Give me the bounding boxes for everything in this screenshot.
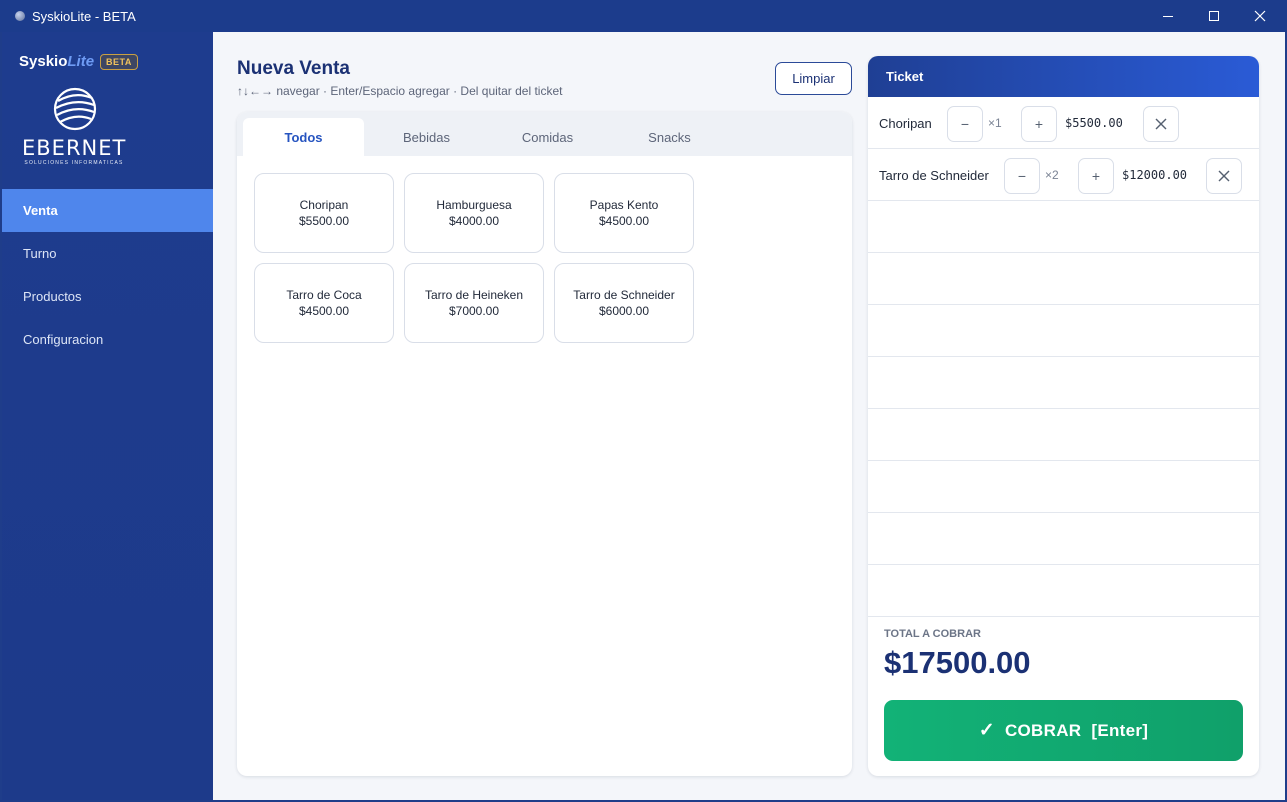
ticket-item-price: $12000.00 bbox=[1122, 168, 1188, 182]
app-icon bbox=[15, 11, 25, 21]
minimize-icon bbox=[1163, 16, 1173, 17]
empty-ticket-row bbox=[868, 253, 1259, 305]
product-name: Tarro de Heineken bbox=[424, 288, 524, 302]
sidebar-item-venta[interactable]: Venta bbox=[2, 189, 213, 232]
logo-wordmark: EBERNET bbox=[22, 136, 127, 160]
empty-ticket-row bbox=[868, 357, 1259, 409]
clear-button[interactable]: Limpiar bbox=[775, 62, 852, 95]
window-titlebar: SyskioLite - BETA bbox=[0, 0, 1287, 32]
maximize-button[interactable] bbox=[1191, 0, 1237, 32]
beta-badge: BETA bbox=[100, 53, 138, 70]
empty-ticket-row bbox=[868, 565, 1259, 617]
product-card[interactable]: Tarro de Schneider $6000.00 bbox=[554, 263, 694, 343]
tab-comidas[interactable]: Comidas bbox=[487, 118, 608, 156]
product-card[interactable]: Hamburguesa $4000.00 bbox=[404, 173, 544, 253]
product-card[interactable]: Choripan $5500.00 bbox=[254, 173, 394, 253]
decrease-qty-button[interactable]: − bbox=[947, 106, 983, 142]
empty-ticket-row bbox=[868, 461, 1259, 513]
sidebar-nav: Venta Turno Productos Configuracion bbox=[2, 189, 213, 361]
ticket-item-qty: ×1 bbox=[988, 116, 1002, 130]
logo-subtext: SOLUCIONES INFORMATICAS bbox=[24, 160, 124, 166]
close-icon bbox=[1218, 170, 1230, 182]
products-panel: Todos Bebidas Comidas Snacks Choripan $5… bbox=[237, 112, 852, 776]
window-title: SyskioLite - BETA bbox=[32, 8, 136, 24]
decrease-qty-button[interactable]: − bbox=[1004, 158, 1040, 194]
brand-accent: Lite bbox=[67, 53, 95, 70]
product-price: $4500.00 bbox=[298, 304, 350, 318]
sidebar: Syskio Lite BETA EBERNET SOLUCIONES INFO… bbox=[2, 32, 213, 800]
empty-ticket-row bbox=[868, 513, 1259, 565]
maximize-icon bbox=[1209, 11, 1219, 21]
sidebar-item-configuracion[interactable]: Configuracion bbox=[2, 318, 213, 361]
close-icon bbox=[1254, 10, 1266, 22]
ticket-row: Choripan − ×1 + $5500.00 bbox=[868, 97, 1259, 149]
ticket-panel: Ticket Choripan − ×1 + $5500.00 Tarro de… bbox=[868, 56, 1259, 776]
product-price: $4000.00 bbox=[448, 214, 500, 228]
product-card[interactable]: Papas Kento $4500.00 bbox=[554, 173, 694, 253]
product-price: $5500.00 bbox=[298, 214, 350, 228]
pay-button-label: COBRAR [Enter] bbox=[1004, 720, 1149, 740]
check-icon: ✓ bbox=[978, 720, 995, 741]
page-title: Nueva Venta bbox=[237, 58, 350, 79]
tab-snacks[interactable]: Snacks bbox=[609, 118, 730, 156]
tab-bebidas[interactable]: Bebidas bbox=[366, 118, 487, 156]
brand-main: Syskio bbox=[19, 53, 68, 70]
ticket-row: Tarro de Schneider − ×2 + $12000.00 bbox=[868, 149, 1259, 201]
total-value: $17500.00 bbox=[884, 645, 1031, 680]
total-label: TOTAL A COBRAR bbox=[884, 628, 981, 640]
product-price: $4500.00 bbox=[598, 214, 650, 228]
product-price: $6000.00 bbox=[598, 304, 650, 318]
category-tabs: Todos Bebidas Comidas Snacks bbox=[237, 112, 852, 156]
company-logo: EBERNET SOLUCIONES INFORMATICAS bbox=[22, 86, 132, 166]
brand: Syskio Lite BETA bbox=[19, 53, 138, 70]
empty-ticket-row bbox=[868, 201, 1259, 253]
increase-qty-button[interactable]: + bbox=[1021, 106, 1057, 142]
ticket-item-name: Tarro de Schneider bbox=[879, 167, 989, 183]
ticket-item-name: Choripan bbox=[879, 115, 932, 131]
empty-ticket-row bbox=[868, 409, 1259, 461]
pay-button[interactable]: ✓ COBRAR [Enter] bbox=[884, 700, 1243, 761]
product-name: Tarro de Schneider bbox=[573, 288, 675, 302]
product-card[interactable]: Tarro de Coca $4500.00 bbox=[254, 263, 394, 343]
remove-item-button[interactable] bbox=[1143, 106, 1179, 142]
ticket-title: Ticket bbox=[868, 56, 1259, 97]
keyboard-hint: ↑↓←→ navegar · Enter/Espacio agregar · D… bbox=[237, 84, 563, 98]
product-name: Hamburguesa bbox=[436, 198, 512, 212]
close-icon bbox=[1155, 118, 1167, 130]
sidebar-item-productos[interactable]: Productos bbox=[2, 275, 213, 318]
product-name: Tarro de Coca bbox=[286, 288, 362, 302]
product-price: $7000.00 bbox=[448, 304, 500, 318]
globe-icon bbox=[53, 87, 97, 131]
product-name: Choripan bbox=[299, 198, 349, 212]
empty-ticket-row bbox=[868, 305, 1259, 357]
ticket-item-qty: ×2 bbox=[1045, 168, 1059, 182]
tab-todos[interactable]: Todos bbox=[243, 118, 364, 156]
remove-item-button[interactable] bbox=[1206, 158, 1242, 194]
product-card[interactable]: Tarro de Heineken $7000.00 bbox=[404, 263, 544, 343]
minimize-button[interactable] bbox=[1145, 0, 1191, 32]
sidebar-item-turno[interactable]: Turno bbox=[2, 232, 213, 275]
product-name: Papas Kento bbox=[589, 198, 659, 212]
increase-qty-button[interactable]: + bbox=[1078, 158, 1114, 194]
close-window-button[interactable] bbox=[1237, 0, 1283, 32]
ticket-item-price: $5500.00 bbox=[1065, 116, 1123, 130]
